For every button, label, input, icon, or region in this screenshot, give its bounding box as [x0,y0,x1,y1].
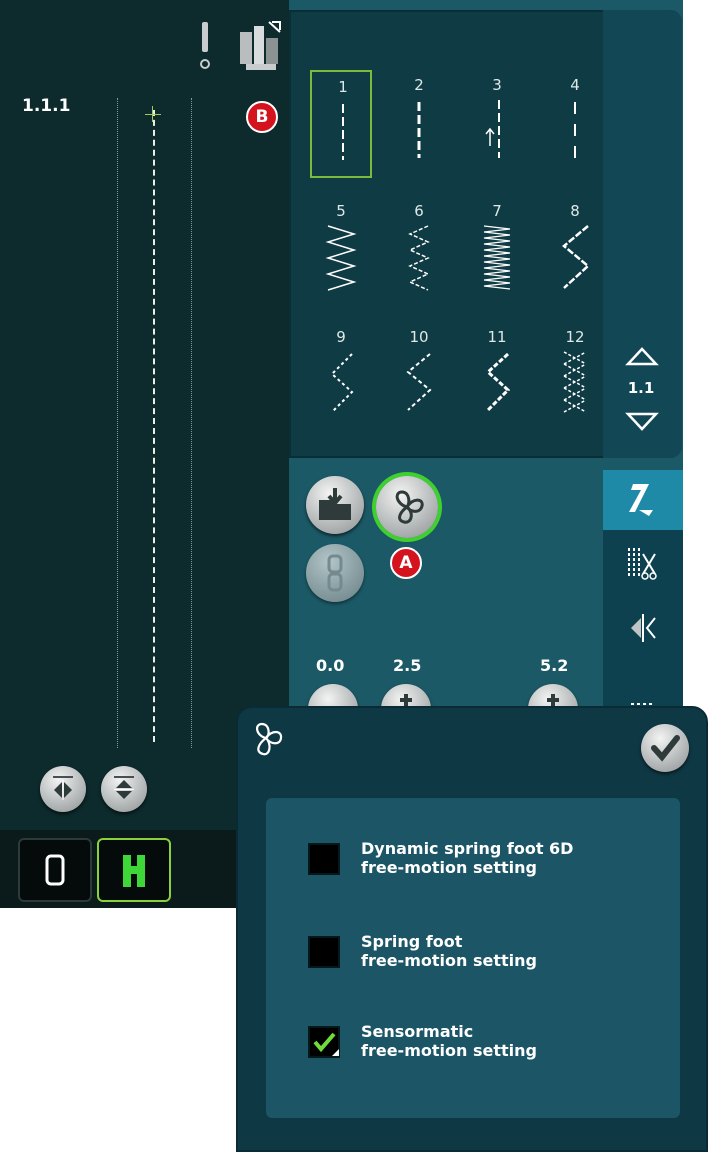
sequence-button[interactable] [306,544,364,602]
stitch-item-8[interactable]: 8 [544,196,606,304]
folder-download-icon [319,488,351,520]
needle-warning-icon[interactable] [196,20,214,72]
tab-mirror[interactable] [603,598,683,658]
basting-stitch-icon [574,102,576,158]
stitch-number-label: 8 [570,202,580,220]
stitch-number-label: 3 [492,76,502,94]
stitch-item-2[interactable]: 2 [388,70,450,178]
callout-a: A [390,547,422,579]
callout-b: B [246,101,278,133]
stitch-number-label: 4 [570,76,580,94]
dotted-zigzag-icon [330,353,354,413]
free-motion-icon [395,490,424,524]
mode-button-stitch[interactable] [18,838,92,902]
satin-stitch-icon [483,225,511,290]
right-edge [683,0,708,760]
stitch-number-label: 11 [487,328,507,346]
spring-foot-label: Spring foot free-motion setting [361,932,537,970]
mirror-end-button[interactable] [101,766,147,812]
wide-zigzag-icon [562,225,590,289]
stitch-item-1[interactable]: 1 [310,70,372,178]
stitch-number-label: 5 [336,202,346,220]
stitch-item-4[interactable]: 4 [544,70,606,178]
dynamic-spring-foot-checkbox[interactable] [308,843,340,875]
triple-straight-stitch-icon [417,102,421,158]
sensormatic-label: Sensormatic free-motion setting [361,1022,537,1060]
stitch-width-value: 0.0 [316,656,345,675]
zigzag-stitch-icon [325,225,357,291]
save-stitch-button[interactable] [306,476,364,534]
page-number: 1.1 [627,379,655,397]
needle-position-marker-v [152,106,153,122]
stitch-item-11[interactable]: 11 [466,322,528,430]
stitch-number-label: 12 [565,328,585,346]
stitch-number-label: 7 [492,202,502,220]
stitch-number-label: 6 [414,202,424,220]
stitch-item-12[interactable]: 12 [544,322,606,430]
needle-position-marker [145,114,161,115]
chain-link-icon [327,554,343,592]
guide-line-left [117,98,118,748]
scroll-up-arrow-icon[interactable] [625,345,659,369]
stitch-item-6[interactable]: 6 [388,196,450,304]
stitch-number-label: 9 [336,328,346,346]
stitch-item-5[interactable]: 5 [310,196,372,304]
mirror-side-button[interactable] [40,766,86,812]
three-step-zigzag-icon [408,225,430,291]
mirror-icon [631,614,656,642]
stitch-preview-line [153,110,155,742]
dynamic-spring-foot-label: Dynamic spring foot 6D free-motion setti… [361,839,574,877]
stitch-length-value: 2.5 [393,656,422,675]
stitch-item-9[interactable]: 9 [310,322,372,430]
stitch-number-label: 10 [409,328,429,346]
tab-tie-off[interactable] [603,532,683,592]
stitch-preview-panel [0,0,289,830]
checkmark-icon [651,735,680,762]
straight-stitch-icon [342,104,344,160]
stitch-number: 1.1.1 [22,96,71,116]
guide-line-right [191,98,192,748]
free-motion-button[interactable] [376,476,438,538]
stitch-item-7[interactable]: 7 [466,196,528,304]
scroll-down-arrow-icon[interactable] [625,409,659,433]
stitch-settings-icon [629,484,653,516]
stitch-number-label: 1 [338,78,348,96]
tie-off-icon [628,548,657,580]
straight-reverse-stitch-icon [485,100,500,158]
checkmark-icon [313,1032,339,1056]
stitch-density-value: 5.2 [540,656,569,675]
tab-stitch-settings[interactable] [603,470,683,530]
stitch-item-10[interactable]: 10 [388,322,450,430]
dotted-zigzag-2-icon [406,353,432,411]
mode-button-sequence[interactable] [97,838,171,902]
presser-foot-icon[interactable] [236,18,286,76]
sensormatic-checkbox[interactable] [308,1026,340,1058]
honeycomb-stitch-icon [563,351,587,413]
spring-foot-checkbox[interactable] [308,936,340,968]
stitch-item-3[interactable]: 3 [466,70,528,178]
free-motion-icon [256,722,283,756]
triple-zigzag-icon [485,352,511,412]
confirm-button[interactable] [641,724,689,772]
stitch-number-label: 2 [414,76,424,94]
